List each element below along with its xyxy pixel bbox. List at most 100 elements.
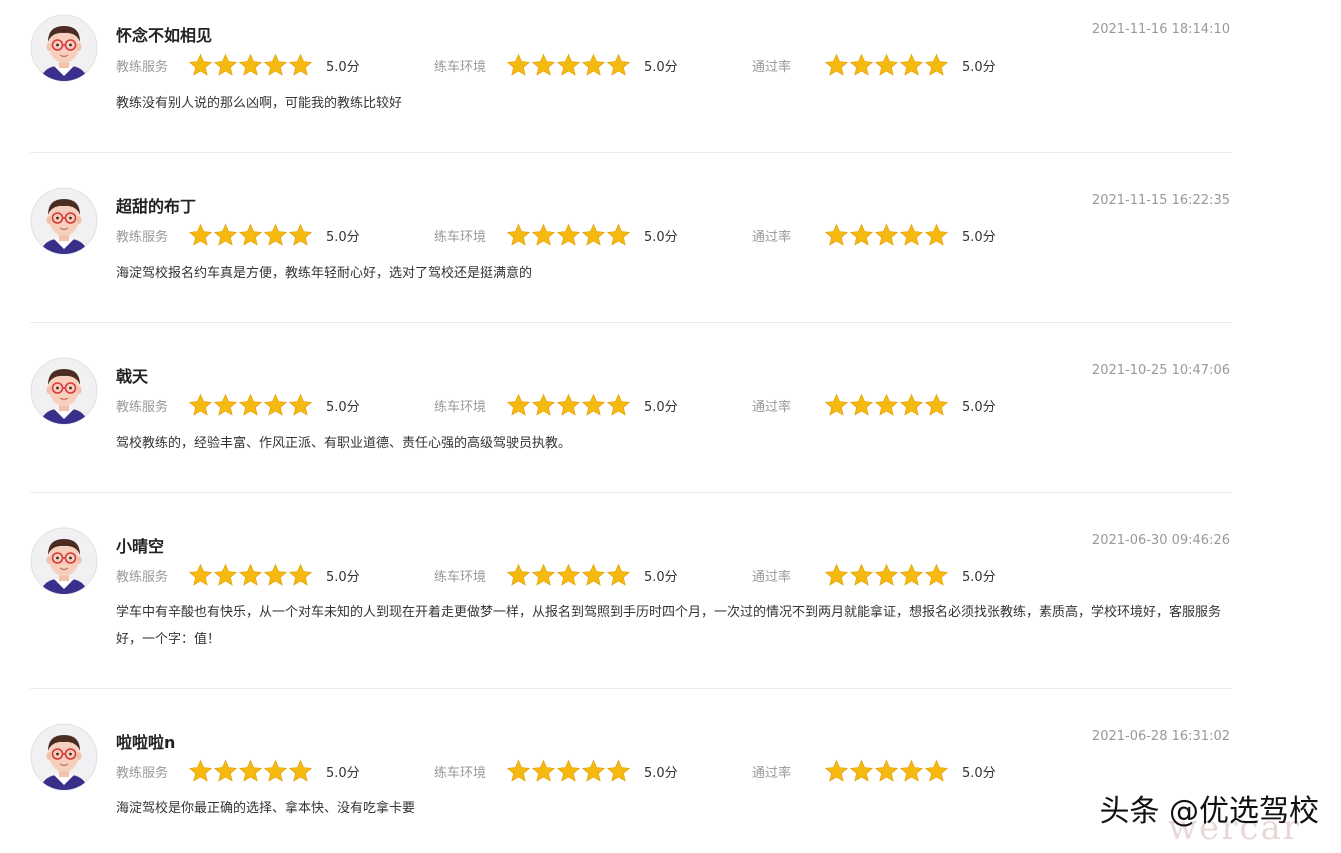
rating-label: 练车环境	[434, 59, 487, 75]
rating-row: 教练服务 5.0分 练车环境 5.0分 通过率 5.0分	[116, 52, 1116, 78]
star-icon	[238, 563, 263, 587]
star-icon	[874, 563, 899, 587]
review-date: 2021-06-28 16:31:02	[1091, 729, 1230, 744]
star-rating	[506, 393, 636, 417]
star-icon	[288, 223, 313, 247]
star-icon	[506, 223, 531, 247]
rating-label: 通过率	[752, 765, 792, 781]
review-item: 超甜的布丁 2021-11-15 16:22:35 教练服务 5.0分 练车环境…	[30, 153, 1232, 323]
star-rating	[824, 563, 954, 587]
rating-score: 5.0分	[326, 569, 360, 585]
star-icon	[924, 393, 949, 417]
review-date: 2021-11-15 16:22:35	[1091, 193, 1230, 208]
rating-score: 5.0分	[644, 229, 678, 245]
star-icon	[924, 53, 949, 77]
star-rating	[188, 393, 318, 417]
review-comment: 驾校教练的，经验丰富、作风正派、有职业道德、责任心强的高级驾驶员执教。	[116, 436, 572, 451]
star-icon	[263, 759, 288, 783]
review-username: 啦啦啦n	[116, 733, 176, 752]
rating-pass-rate: 通过率 5.0分	[752, 52, 996, 78]
star-icon	[824, 759, 849, 783]
rating-pass-rate: 通过率 5.0分	[752, 392, 996, 418]
star-icon	[581, 393, 606, 417]
star-icon	[506, 759, 531, 783]
rating-practice-environment: 练车环境 5.0分	[434, 222, 678, 248]
rating-score: 5.0分	[326, 399, 360, 415]
star-icon	[606, 563, 631, 587]
user-avatar	[30, 357, 98, 425]
rating-coach-service: 教练服务 5.0分	[116, 222, 360, 248]
star-icon	[849, 393, 874, 417]
star-icon	[556, 759, 581, 783]
review-item: 戟天 2021-10-25 10:47:06 教练服务 5.0分 练车环境 5.…	[30, 323, 1232, 493]
review-date: 2021-06-30 09:46:26	[1091, 533, 1230, 548]
star-icon	[606, 53, 631, 77]
review-username: 怀念不如相见	[116, 26, 213, 45]
rating-score: 5.0分	[644, 399, 678, 415]
star-rating	[188, 53, 318, 77]
star-icon	[924, 563, 949, 587]
rating-label: 通过率	[752, 229, 792, 245]
star-rating	[506, 563, 636, 587]
review-username: 戟天	[116, 367, 149, 386]
star-icon	[531, 223, 556, 247]
star-icon	[899, 393, 924, 417]
rating-coach-service: 教练服务 5.0分	[116, 562, 360, 588]
star-icon	[606, 393, 631, 417]
rating-score: 5.0分	[644, 59, 678, 75]
review-list: 怀念不如相见 2021-11-16 18:14:10 教练服务 5.0分 练车环…	[30, 0, 1232, 853]
star-icon	[531, 53, 556, 77]
star-icon	[581, 223, 606, 247]
star-icon	[531, 563, 556, 587]
star-icon	[581, 53, 606, 77]
star-icon	[288, 393, 313, 417]
rating-row: 教练服务 5.0分 练车环境 5.0分 通过率 5.0分	[116, 392, 1116, 418]
rating-label: 练车环境	[434, 569, 487, 585]
star-icon	[581, 759, 606, 783]
rating-label: 练车环境	[434, 229, 487, 245]
star-icon	[899, 223, 924, 247]
star-icon	[531, 393, 556, 417]
rating-label: 教练服务	[116, 569, 169, 585]
rating-label: 教练服务	[116, 399, 169, 415]
star-rating	[824, 223, 954, 247]
star-rating	[506, 53, 636, 77]
review-item: 啦啦啦n 2021-06-28 16:31:02 教练服务 5.0分 练车环境 …	[30, 689, 1232, 853]
rating-coach-service: 教练服务 5.0分	[116, 758, 360, 784]
rating-score: 5.0分	[326, 765, 360, 781]
star-icon	[556, 393, 581, 417]
rating-row: 教练服务 5.0分 练车环境 5.0分 通过率 5.0分	[116, 758, 1116, 784]
rating-row: 教练服务 5.0分 练车环境 5.0分 通过率 5.0分	[116, 222, 1116, 248]
star-rating	[506, 223, 636, 247]
star-icon	[506, 563, 531, 587]
star-icon	[213, 53, 238, 77]
rating-practice-environment: 练车环境 5.0分	[434, 392, 678, 418]
watermark: 头条 @优选驾校	[1099, 794, 1319, 829]
rating-score: 5.0分	[962, 59, 996, 75]
rating-label: 通过率	[752, 399, 792, 415]
star-rating	[824, 53, 954, 77]
rating-label: 练车环境	[434, 399, 487, 415]
rating-practice-environment: 练车环境 5.0分	[434, 758, 678, 784]
rating-label: 通过率	[752, 569, 792, 585]
star-icon	[849, 759, 874, 783]
rating-score: 5.0分	[644, 569, 678, 585]
rating-score: 5.0分	[326, 59, 360, 75]
review-item: 小晴空 2021-06-30 09:46:26 教练服务 5.0分 练车环境 5…	[30, 493, 1232, 689]
star-icon	[824, 563, 849, 587]
star-icon	[924, 759, 949, 783]
review-comment: 海淀驾校是你最正确的选择、拿本快、没有吃拿卡要	[116, 801, 416, 816]
rating-label: 通过率	[752, 59, 792, 75]
review-username: 小晴空	[116, 537, 165, 556]
star-icon	[263, 563, 288, 587]
review-username: 超甜的布丁	[116, 197, 197, 216]
rating-label: 教练服务	[116, 229, 169, 245]
star-icon	[288, 759, 313, 783]
rating-row: 教练服务 5.0分 练车环境 5.0分 通过率 5.0分	[116, 562, 1116, 588]
star-icon	[874, 393, 899, 417]
review-comment: 学车中有辛酸也有快乐，从一个对车未知的人到现在开着走更做梦一样，从报名到驾照到手…	[116, 605, 1222, 647]
rating-label: 练车环境	[434, 765, 487, 781]
star-icon	[874, 223, 899, 247]
rating-label: 教练服务	[116, 765, 169, 781]
star-icon	[824, 223, 849, 247]
